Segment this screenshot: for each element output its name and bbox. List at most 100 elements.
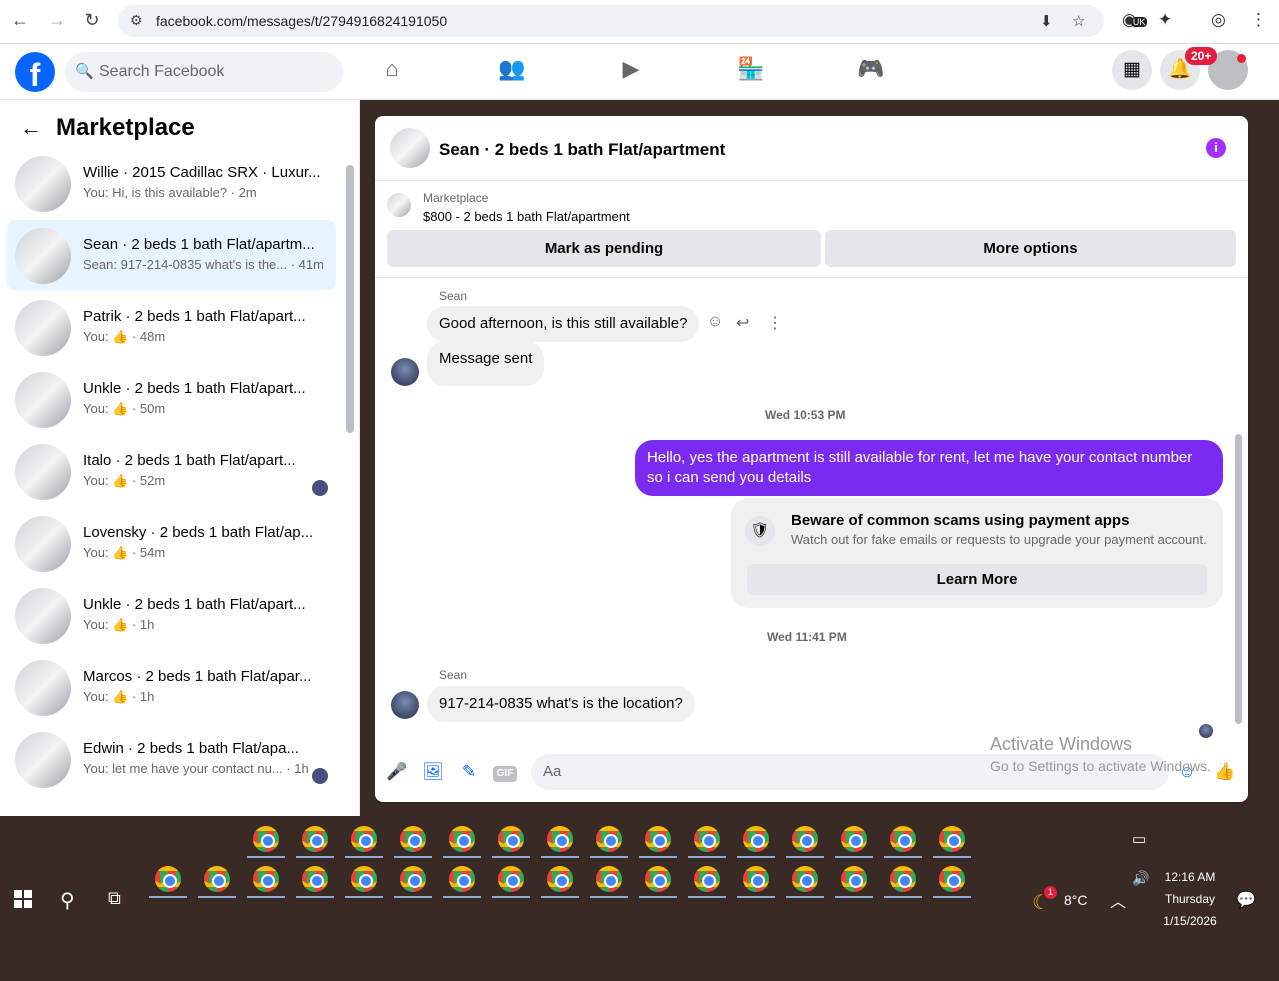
taskbar-app-icon[interactable]	[841, 866, 867, 892]
taskbar-app-icon[interactable]	[792, 826, 818, 852]
conversation-item[interactable]: Edwin · 2 beds 1 bath Flat/apa... You: le…	[7, 724, 336, 794]
marketplace-icon[interactable]: 🏪	[731, 56, 771, 88]
taskbar-app-icon[interactable]	[449, 866, 475, 892]
chat-scrollbar[interactable]	[1235, 434, 1242, 724]
react-emoji-icon[interactable]: ☺	[707, 313, 723, 331]
taskbar-app-icon[interactable]	[351, 826, 377, 852]
taskbar-app-icon[interactable]	[743, 826, 769, 852]
conversation-preview: You: 👍 · 50m	[83, 401, 166, 416]
message-bubble[interactable]: 917-214-0835 what's is the location?	[427, 686, 695, 722]
taskbar-app-icon[interactable]	[743, 866, 769, 892]
taskbar-app-icon[interactable]	[596, 826, 622, 852]
taskbar-search-icon[interactable]: ⚲	[60, 888, 75, 913]
vpn-extension-icon[interactable]: ◉UK	[1122, 10, 1148, 30]
taskbar-app-icon[interactable]	[939, 866, 965, 892]
taskbar-app-icon[interactable]	[939, 826, 965, 852]
taskbar-app-icon[interactable]	[400, 826, 426, 852]
taskbar-app-icon[interactable]	[351, 866, 377, 892]
search-input[interactable]: 🔍 Search Facebook	[65, 52, 343, 92]
taskbar-app-icon[interactable]	[694, 826, 720, 852]
menu-kebab-icon[interactable]: ⋮	[1250, 10, 1267, 30]
message-bubble[interactable]: Good afternoon, is this still available?	[427, 306, 700, 342]
video-icon[interactable]: ▶	[611, 56, 651, 88]
listing-thumbnail[interactable]	[387, 193, 411, 217]
install-app-icon[interactable]: ⬇	[1040, 12, 1053, 30]
taskbar-app-icon[interactable]	[596, 866, 622, 892]
friends-icon[interactable]: 👥	[492, 56, 532, 88]
conversation-preview: You: 👍 · 1h	[83, 617, 155, 632]
sent-message-bubble[interactable]: Hello, yes the apartment is still availa…	[635, 440, 1223, 496]
conversation-item[interactable]: Willie · 2015 Cadillac SRX · Luxur... You…	[7, 148, 336, 218]
sender-avatar[interactable]	[391, 691, 419, 719]
taskbar-app-icon[interactable]	[204, 866, 230, 892]
sticker-icon[interactable]: ✎	[457, 762, 481, 786]
taskbar-app-icon[interactable]	[498, 866, 524, 892]
facebook-logo[interactable]: f	[15, 52, 55, 92]
conversation-item[interactable]: Lovensky · 2 beds 1 bath Flat/ap... You: …	[7, 508, 336, 578]
conversation-item[interactable]: Patrik · 2 beds 1 bath Flat/apart... You:…	[7, 292, 336, 362]
taskbar-app-icon[interactable]	[645, 826, 671, 852]
taskbar-app-icon[interactable]	[253, 866, 279, 892]
taskbar-app-icon[interactable]	[841, 826, 867, 852]
taskbar-app-icon[interactable]	[890, 866, 916, 892]
taskbar-app-indicator	[296, 856, 334, 858]
profile-icon[interactable]: ◎	[1211, 10, 1226, 30]
gaming-icon[interactable]: 🎮	[851, 56, 891, 88]
clock-time[interactable]: 12:16 AM	[1160, 870, 1220, 884]
conversation-item[interactable]: Italo · 2 beds 1 bath Flat/apart... You: …	[7, 436, 336, 506]
sender-avatar[interactable]	[391, 358, 419, 386]
chat-avatar[interactable]	[390, 128, 430, 168]
home-icon[interactable]: ⌂	[372, 56, 412, 88]
mark-pending-button[interactable]: Mark as pending	[387, 230, 821, 267]
taskbar-app-icon[interactable]	[302, 826, 328, 852]
conversation-item[interactable]: Sean · 2 beds 1 bath Flat/apartm... Sean:…	[7, 220, 336, 290]
clock-date[interactable]: 1/15/2026	[1160, 914, 1220, 928]
message-bubble[interactable]: Message sent	[427, 341, 545, 386]
like-thumb-icon[interactable]: 👍	[1213, 762, 1237, 786]
taskbar-app-icon[interactable]	[547, 866, 573, 892]
volume-icon[interactable]: 🔊	[1132, 870, 1149, 887]
sidebar-scrollbar[interactable]	[346, 165, 354, 433]
site-settings-icon[interactable]: ⚙	[130, 12, 143, 29]
taskbar-app-icon[interactable]	[645, 866, 671, 892]
taskbar-app-icon[interactable]	[694, 866, 720, 892]
extensions-icon[interactable]: ✦	[1158, 10, 1172, 30]
taskbar-app-icon[interactable]	[253, 826, 279, 852]
gif-icon[interactable]: GIF	[493, 766, 517, 782]
taskbar-app-icon[interactable]	[302, 866, 328, 892]
taskbar-app-icon[interactable]	[890, 826, 916, 852]
learn-more-button[interactable]: Learn More	[747, 564, 1207, 595]
conversation-item[interactable]: Unkle · 2 beds 1 bath Flat/apart... You: …	[7, 580, 336, 650]
microphone-icon[interactable]: 🎤	[385, 762, 409, 786]
back-icon[interactable]: ←	[8, 10, 32, 31]
listing-title[interactable]: $800 - 2 beds 1 bath Flat/apartment	[423, 209, 630, 224]
taskbar-app-icon[interactable]	[792, 866, 818, 892]
menu-grid-icon[interactable]: ▦	[1112, 50, 1152, 90]
taskbar-app-icon[interactable]	[400, 866, 426, 892]
bookmark-star-icon[interactable]: ☆	[1072, 12, 1085, 30]
task-view-icon[interactable]: ⧉	[108, 888, 121, 909]
windows-start-icon[interactable]	[14, 890, 32, 908]
taskbar-app-icon[interactable]	[547, 826, 573, 852]
back-arrow-icon[interactable]: ←	[20, 115, 42, 141]
more-options-button[interactable]: More options	[825, 230, 1236, 267]
chat-title[interactable]: Sean · 2 beds 1 bath Flat/apartment	[439, 140, 725, 160]
more-actions-icon[interactable]: ⋮	[767, 313, 783, 333]
reply-icon[interactable]: ↩	[736, 313, 749, 333]
clock-day[interactable]: Thursday	[1160, 892, 1220, 906]
conversation-item[interactable]: Marcos · 2 beds 1 bath Flat/apar... You: …	[7, 652, 336, 722]
forward-icon[interactable]: →	[45, 10, 69, 31]
network-icon[interactable]: ▭	[1132, 830, 1146, 848]
tray-chevron-icon[interactable]: ︿	[1110, 888, 1126, 912]
temperature[interactable]: 8°C	[1064, 892, 1088, 908]
address-bar[interactable]: ⚙ facebook.com/messages/t/27949168241910…	[118, 5, 1104, 37]
taskbar-app-icon[interactable]	[155, 866, 181, 892]
photo-icon[interactable]: 🖼	[421, 762, 445, 786]
taskbar-app-icon[interactable]	[498, 826, 524, 852]
taskbar-app-icon[interactable]	[449, 826, 475, 852]
notification-center-icon[interactable]: 💬	[1236, 890, 1256, 910]
info-icon[interactable]: i	[1206, 138, 1226, 158]
ext-badge: UK	[1130, 17, 1148, 27]
conversation-item[interactable]: Unkle · 2 beds 1 bath Flat/apart... You: …	[7, 364, 336, 434]
reload-icon[interactable]: ↻	[80, 10, 104, 31]
